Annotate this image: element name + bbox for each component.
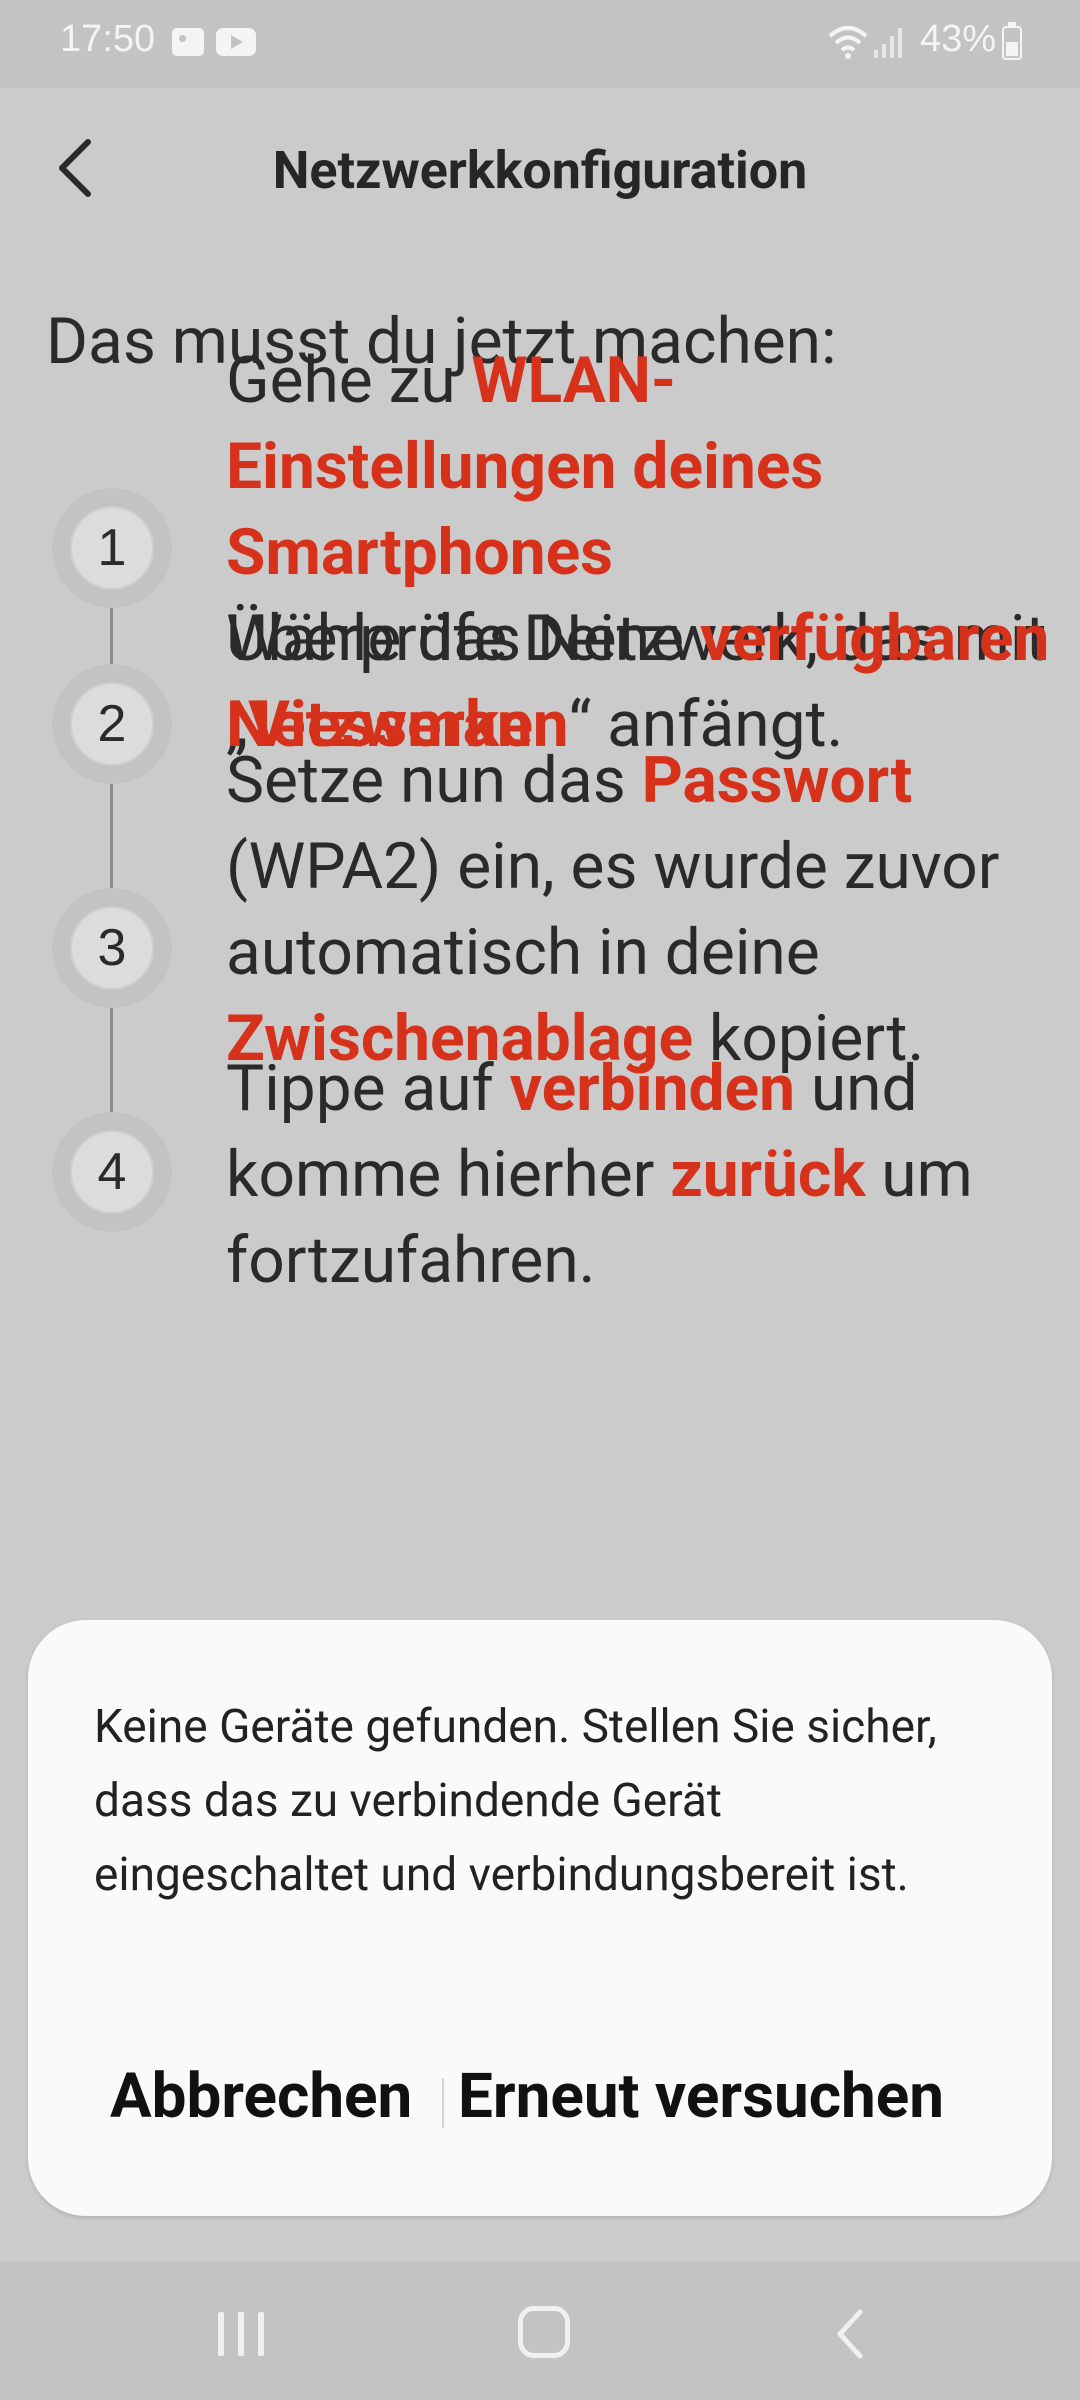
gallery-notification-icon: [172, 28, 204, 56]
status-time: 17:50: [60, 18, 156, 60]
recent-apps-icon[interactable]: [216, 2312, 266, 2356]
step-1-text: Gehe zu WLAN-Einstellungen deines Smartp…: [226, 343, 824, 590]
dialog-button-divider: [442, 2078, 444, 2128]
steps-timeline: [110, 540, 113, 1180]
dialog-message: Keine Geräte gefunden. Stellen Sie siche…: [94, 1700, 937, 1902]
step-4-number: 4: [70, 1130, 154, 1214]
battery-percent: 43%: [920, 18, 997, 60]
retry-button[interactable]: Erneut versuchen: [458, 2060, 944, 2133]
step-4-marker: 4: [52, 1112, 172, 1232]
step-1-number: 1: [70, 506, 154, 590]
nav-back-icon[interactable]: [830, 2304, 870, 2364]
step-3-number: 3: [70, 906, 154, 990]
step-3-text: Setze nun das Passwort (WPA2) ein, es wu…: [226, 743, 1000, 1076]
status-bar: 17:50 43%: [0, 0, 1080, 88]
step-1-marker: 1: [52, 488, 172, 608]
home-icon[interactable]: [518, 2306, 570, 2358]
youtube-notification-icon: [216, 28, 256, 56]
no-devices-dialog: Keine Geräte gefunden. Stellen Sie siche…: [28, 1620, 1052, 2216]
battery-icon: [1002, 22, 1022, 60]
signal-icon: [874, 28, 902, 58]
page-title: Netzwerkkonfiguration: [272, 140, 808, 201]
cancel-button[interactable]: Abbrechen: [110, 2060, 412, 2133]
step-2-number: 2: [70, 682, 154, 766]
step-4-text: Tippe auf verbinden und komme hierher zu…: [226, 1051, 973, 1298]
wifi-icon: [828, 26, 868, 59]
step-2-marker: 2: [52, 664, 172, 784]
system-nav-bar: [0, 2262, 1080, 2400]
step-3-marker: 3: [52, 888, 172, 1008]
